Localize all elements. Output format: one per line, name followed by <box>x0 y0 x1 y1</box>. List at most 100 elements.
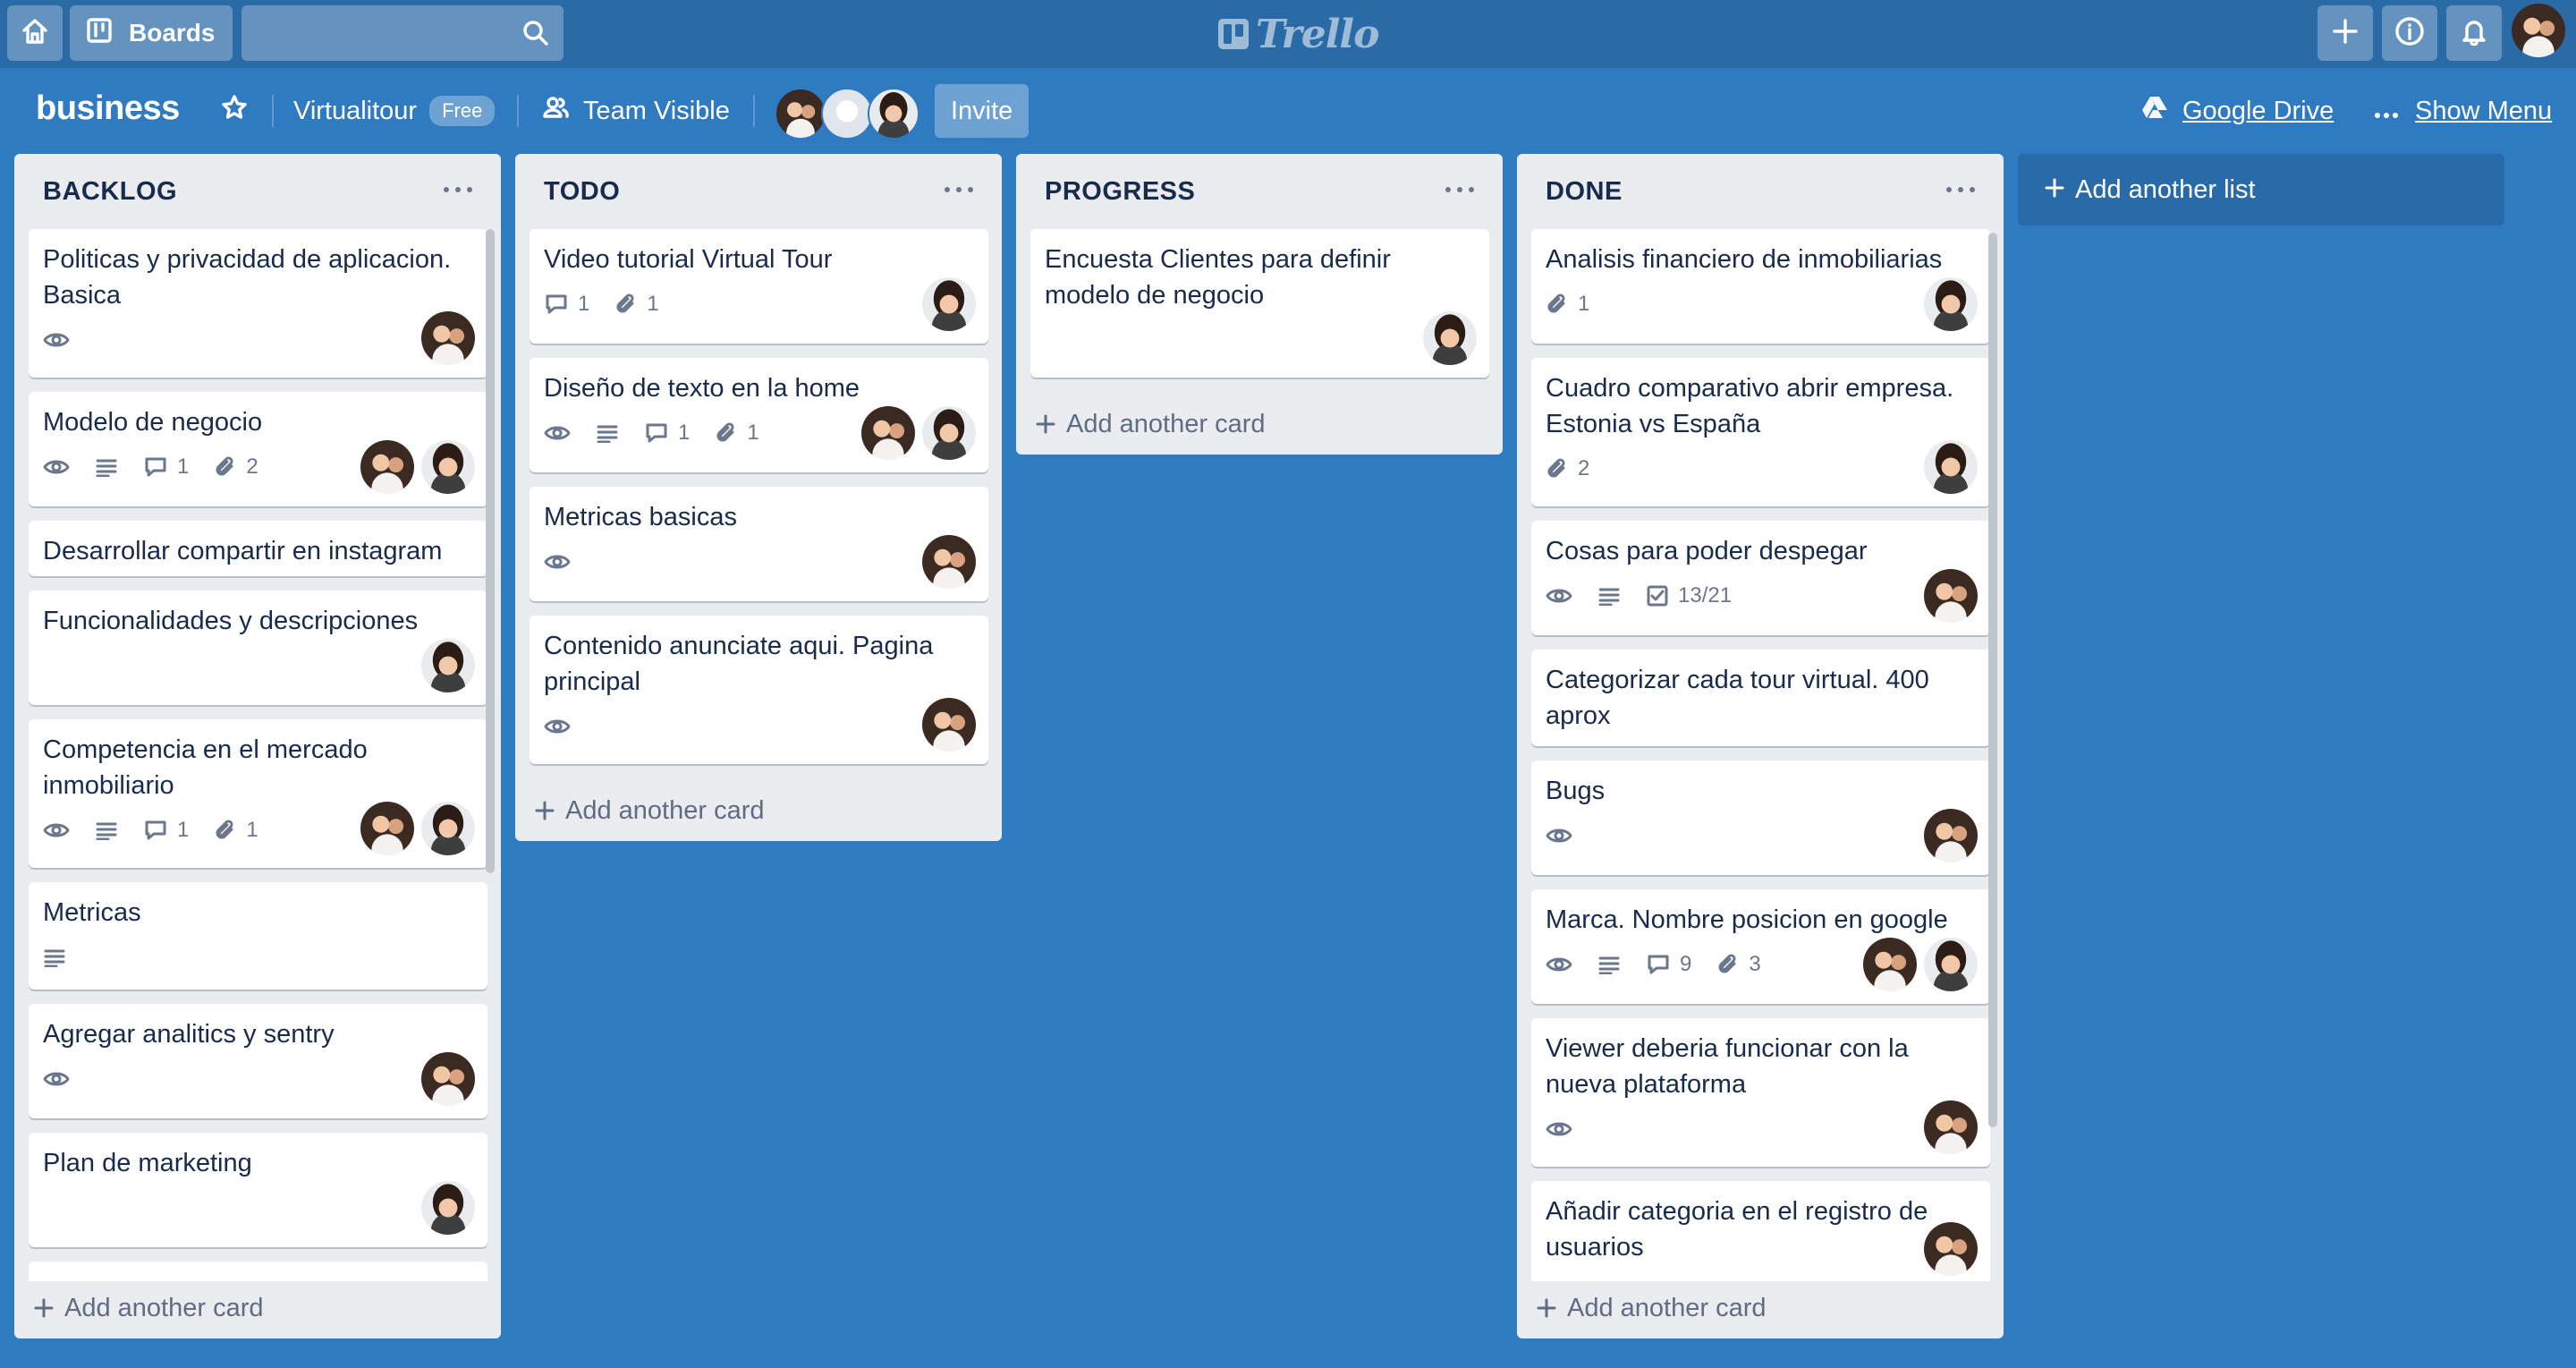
member-avatar[interactable] <box>421 311 475 365</box>
show-menu-label: Show Menu <box>2415 96 2553 125</box>
card[interactable]: Plan de marketing <box>29 1133 487 1247</box>
member-menu-avatar[interactable] <box>2512 4 2565 57</box>
member-avatar[interactable] <box>821 88 873 140</box>
invite-button[interactable]: Invite <box>935 84 1030 138</box>
google-drive-label: Google Drive <box>2182 96 2334 125</box>
boards-button[interactable]: Boards <box>70 5 233 61</box>
member-avatar[interactable] <box>922 698 976 752</box>
member-avatar[interactable] <box>421 440 475 494</box>
card[interactable]: Diseño de texto en la home 1 1 <box>530 358 988 472</box>
member-avatar[interactable] <box>1924 1222 1978 1276</box>
attachment-count: 1 <box>647 292 659 316</box>
invite-label: Invite <box>951 96 1013 125</box>
google-drive-button[interactable]: Google Drive <box>2129 84 2346 138</box>
search-box[interactable] <box>242 5 564 61</box>
search-input[interactable] <box>242 5 564 61</box>
visibility-button[interactable]: Team Visible <box>530 84 742 138</box>
card[interactable] <box>29 1262 487 1281</box>
member-avatar[interactable] <box>775 88 826 140</box>
member-avatar[interactable] <box>421 802 475 855</box>
card-title: Agregar analitics y sentry <box>43 1020 335 1049</box>
list-scrollbar[interactable] <box>1988 233 1997 1127</box>
card[interactable]: Cuadro comparativo abrir empresa. Estoni… <box>1531 358 1990 506</box>
member-avatar[interactable] <box>421 1052 475 1106</box>
card[interactable]: Politicas y privacidad de aplicacion. Ba… <box>29 229 487 378</box>
card[interactable]: Funcionalidades y descripciones <box>29 591 487 705</box>
card[interactable]: Agregar analitics y sentry <box>29 1004 487 1118</box>
member-avatar[interactable] <box>1924 277 1978 331</box>
card[interactable]: Competencia en el mercado inmobiliario 1 1 <box>29 719 487 868</box>
card[interactable]: Añadir categoria en el registro de usuar… <box>1531 1181 1990 1281</box>
card[interactable]: Modelo de negocio 1 2 <box>29 392 487 506</box>
card[interactable]: Metricas basicas <box>530 487 988 601</box>
card[interactable]: Contenido anunciate aqui. Pagina princip… <box>530 616 988 764</box>
add-card-button[interactable]: Add another card <box>29 1283 485 1333</box>
comment-count: 1 <box>678 421 691 445</box>
card-title: Video tutorial Virtual Tour <box>544 245 833 274</box>
list-title[interactable]: BACKLOG <box>43 177 177 207</box>
team-button[interactable]: Virtualitour Free <box>281 84 507 138</box>
list-actions-button[interactable] <box>939 172 979 208</box>
member-avatar[interactable] <box>360 802 414 855</box>
list-actions-button[interactable] <box>1941 172 1980 208</box>
card[interactable]: Marca. Nombre posicion en google 9 3 <box>1531 889 1990 1004</box>
information-button[interactable] <box>2382 5 2437 61</box>
attachment-badge: 1 <box>214 818 258 843</box>
member-avatar[interactable] <box>1924 1100 1978 1154</box>
show-menu-button[interactable]: Show Menu <box>2361 84 2564 138</box>
list-actions-button[interactable] <box>438 172 478 208</box>
member-avatar[interactable] <box>922 535 976 589</box>
member-avatar[interactable] <box>1423 311 1477 365</box>
watch-eye-icon <box>1546 1119 1572 1139</box>
card[interactable]: Metricas <box>29 882 487 990</box>
member-avatar[interactable] <box>360 440 414 494</box>
member-avatar[interactable] <box>1924 440 1978 494</box>
list-scrollbar[interactable] <box>486 229 495 873</box>
card[interactable]: Cosas para poder despegar 13/21 <box>1531 521 1990 635</box>
card[interactable]: Viewer deberia funcionar con la nueva pl… <box>1531 1018 1990 1167</box>
notifications-button[interactable] <box>2446 5 2502 61</box>
card[interactable]: Categorizar cada tour virtual. 400 aprox <box>1531 650 1990 746</box>
home-button[interactable] <box>7 5 63 61</box>
list-title[interactable]: PROGRESS <box>1045 177 1195 207</box>
member-avatar[interactable] <box>421 1181 475 1235</box>
board-title[interactable]: business <box>36 89 180 128</box>
list-title[interactable]: TODO <box>544 177 620 207</box>
add-card-button[interactable]: Add another card <box>1531 1283 1987 1333</box>
comment-icon <box>143 819 168 842</box>
list-title[interactable]: DONE <box>1546 177 1623 207</box>
card-title: Metricas basicas <box>544 503 737 531</box>
card[interactable]: Analisis financiero de inmobiliarias 1 <box>1531 229 1990 344</box>
card-members <box>421 311 475 365</box>
member-avatar[interactable] <box>1924 938 1978 991</box>
member-avatar[interactable] <box>922 406 976 460</box>
trello-logo[interactable]: Trello <box>1218 11 1379 57</box>
member-avatar[interactable] <box>868 88 919 140</box>
member-avatar[interactable] <box>1924 809 1978 862</box>
plus-icon <box>2331 17 2360 50</box>
member-avatar[interactable] <box>861 406 915 460</box>
comment-icon <box>1646 953 1671 976</box>
member-avatar[interactable] <box>1863 938 1917 991</box>
card[interactable]: Encuesta Clientes para definir modelo de… <box>1030 229 1489 378</box>
card[interactable]: Desarrollar compartir en instagram <box>29 521 487 576</box>
member-avatar[interactable] <box>922 277 976 331</box>
member-avatar[interactable] <box>421 639 475 692</box>
card-members <box>360 802 475 855</box>
create-button[interactable] <box>2318 5 2373 61</box>
star-board-button[interactable] <box>208 84 261 138</box>
card-members <box>1924 569 1978 623</box>
card-container: Encuesta Clientes para definir modelo de… <box>1030 229 1489 392</box>
plus-icon <box>535 801 555 820</box>
list-actions-button[interactable] <box>1440 172 1479 208</box>
search-icon[interactable] <box>522 20 549 51</box>
add-card-button[interactable]: Add another card <box>530 786 986 836</box>
card[interactable]: Bugs <box>1531 760 1990 875</box>
member-avatar[interactable] <box>1924 569 1978 623</box>
attachment-count: 2 <box>246 455 258 479</box>
card-members <box>1924 1222 1978 1276</box>
card-title: Desarrollar compartir en instagram <box>43 537 443 565</box>
add-card-button[interactable]: Add another card <box>1030 399 1487 449</box>
card[interactable]: Video tutorial Virtual Tour 1 1 <box>530 229 988 344</box>
add-list-button[interactable]: Add another list <box>2018 154 2504 225</box>
